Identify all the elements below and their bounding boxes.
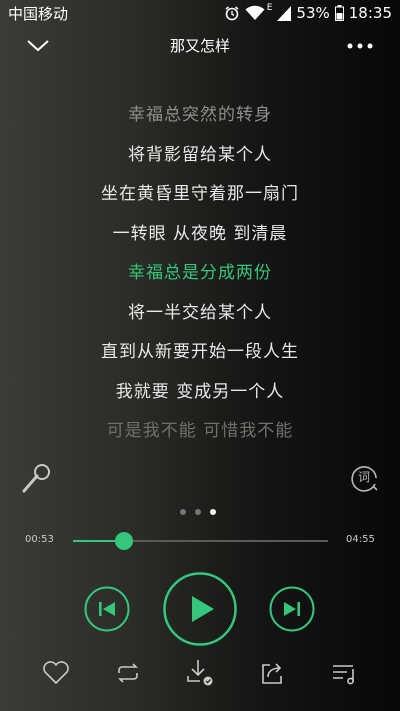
page-dot[interactable] [195, 509, 201, 515]
progress-bar[interactable] [73, 532, 328, 550]
lyric-line: 可是我不能 可惜我不能 [106, 421, 294, 441]
next-icon[interactable] [269, 586, 315, 632]
total-time: 04:55 [346, 534, 375, 545]
lyrics-label: 词 [357, 470, 370, 484]
clock: 18:35 [348, 4, 392, 22]
signal-icon [277, 5, 292, 21]
carrier-label: 中国移动 [8, 4, 69, 23]
lyric-line: 将背影留给某个人 [128, 144, 272, 165]
page-dot-active[interactable] [210, 509, 216, 515]
player-header: 那又怎样 [0, 26, 400, 64]
microphone-icon[interactable] [20, 461, 54, 495]
status-bar: 中国移动 E 53% 18:35 [0, 0, 400, 26]
more-icon[interactable] [346, 38, 374, 52]
lyric-line-current: 幸福总是分成两份 [128, 263, 272, 283]
previous-icon[interactable] [84, 586, 130, 632]
alarm-icon [224, 5, 240, 21]
lyric-line: 坐在黄昏里守着那一扇门 [101, 184, 299, 204]
status-icons: E 53% 18:35 [224, 3, 392, 22]
network-badge: E [266, 3, 273, 13]
battery-percent: 53% [296, 4, 330, 22]
heart-icon[interactable] [38, 655, 74, 691]
lyric-line: 我就要 变成另一个人 [115, 381, 285, 402]
chevron-down-icon[interactable] [24, 34, 52, 56]
download-icon[interactable] [182, 655, 218, 691]
song-title: 那又怎样 [169, 36, 230, 55]
action-bar [0, 655, 400, 691]
lyric-line: 直到从新要开始一段人生 [101, 342, 299, 362]
lyric-line: 将一半交给某个人 [128, 302, 272, 323]
lyrics-panel[interactable]: 幸福总突然的转身 将背影留给某个人 坐在黄昏里守着那一扇门 一转眼 从夜晚 到清… [0, 96, 400, 452]
playlist-icon[interactable] [326, 655, 362, 691]
play-icon[interactable] [163, 572, 237, 646]
current-time: 00:53 [25, 534, 54, 545]
page-dot[interactable] [180, 509, 186, 515]
page-indicator [180, 509, 216, 515]
wifi-icon [245, 5, 265, 21]
share-icon[interactable] [254, 655, 290, 691]
progress-thumb[interactable] [115, 532, 133, 550]
battery-icon [334, 5, 344, 21]
repeat-icon[interactable] [110, 655, 146, 691]
lyric-line: 一转眼 从夜晚 到清晨 [112, 223, 288, 244]
lyrics-icon[interactable]: 词 [349, 462, 379, 492]
lyric-line: 幸福总突然的转身 [128, 105, 272, 125]
